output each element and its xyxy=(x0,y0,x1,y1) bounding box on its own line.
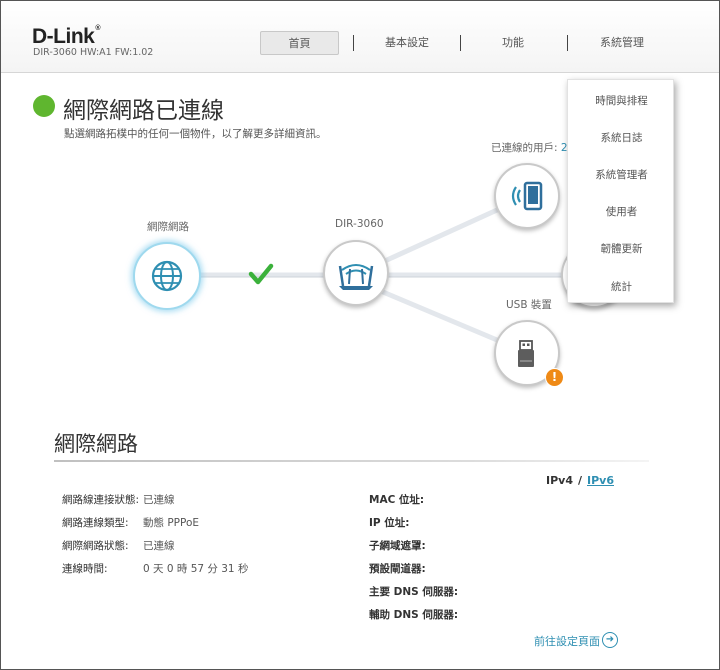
warning-badge[interactable]: ! xyxy=(545,368,564,387)
section-title: 網際網路 xyxy=(54,432,138,456)
cable-status-label: 網路線連接狀態: xyxy=(62,494,140,506)
management-dropdown-menu: 時間與排程 系統日誌 系統管理者 使用者 韌體更新 統計 xyxy=(567,79,674,303)
internet-label: 網際網路 xyxy=(147,221,189,233)
internet-status-value: 已連線 xyxy=(143,540,175,552)
subnet-mask-label: 子網域遮罩: xyxy=(369,540,426,552)
router-icon xyxy=(338,264,374,290)
cable-status-value: 已連線 xyxy=(143,494,175,506)
goto-settings-link[interactable]: 前往設定頁面 xyxy=(534,633,600,649)
ip-version-switch: IPv4 / IPv6 xyxy=(546,474,614,487)
menu-item-time-schedule[interactable]: 時間與排程 xyxy=(568,93,675,108)
connection-type-value: 動態 PPPoE xyxy=(143,517,200,529)
menu-item-statistics[interactable]: 統計 xyxy=(568,279,675,294)
clients-label-text: 已連線的用戶: xyxy=(491,142,558,154)
internet-status-label: 網際網路狀態: xyxy=(62,540,129,552)
globe-icon xyxy=(151,260,183,292)
menu-item-admin[interactable]: 系統管理者 xyxy=(568,167,675,182)
ipv4-tab[interactable]: IPv4 xyxy=(546,474,573,487)
clients-label: 已連線的用戶: 2 xyxy=(491,140,568,155)
secondary-dns-label: 輔助 DNS 伺服器: xyxy=(369,609,459,621)
clients-node[interactable] xyxy=(494,163,560,229)
connection-type-label: 網路連線類型: xyxy=(62,517,129,529)
section-divider xyxy=(54,460,649,462)
connection-time-value: 0 天 0 時 57 分 31 秒 xyxy=(143,563,249,575)
default-gateway-label: 預設閘道器: xyxy=(369,563,426,575)
menu-item-system-log[interactable]: 系統日誌 xyxy=(568,130,675,145)
ip-address-label: IP 位址: xyxy=(369,517,410,529)
link-router-clients xyxy=(384,207,500,263)
ipv6-link[interactable]: IPv6 xyxy=(587,474,614,487)
primary-dns-label: 主要 DNS 伺服器: xyxy=(369,586,459,598)
router-node[interactable] xyxy=(323,240,389,306)
menu-item-user[interactable]: 使用者 xyxy=(568,204,675,219)
menu-item-firmware-update[interactable]: 韌體更新 xyxy=(568,241,675,256)
usb-label: USB 裝置 xyxy=(506,299,552,311)
link-router-usb xyxy=(380,289,500,343)
internet-node[interactable] xyxy=(133,242,201,310)
router-label: DIR-3060 xyxy=(335,218,384,230)
mac-address-label: MAC 位址: xyxy=(369,494,425,506)
arrow-right-circle-icon[interactable]: ➜ xyxy=(602,632,618,648)
ip-version-separator: / xyxy=(577,474,583,487)
connection-time-label: 連線時間: xyxy=(62,563,108,575)
wireless-device-icon xyxy=(511,181,543,211)
